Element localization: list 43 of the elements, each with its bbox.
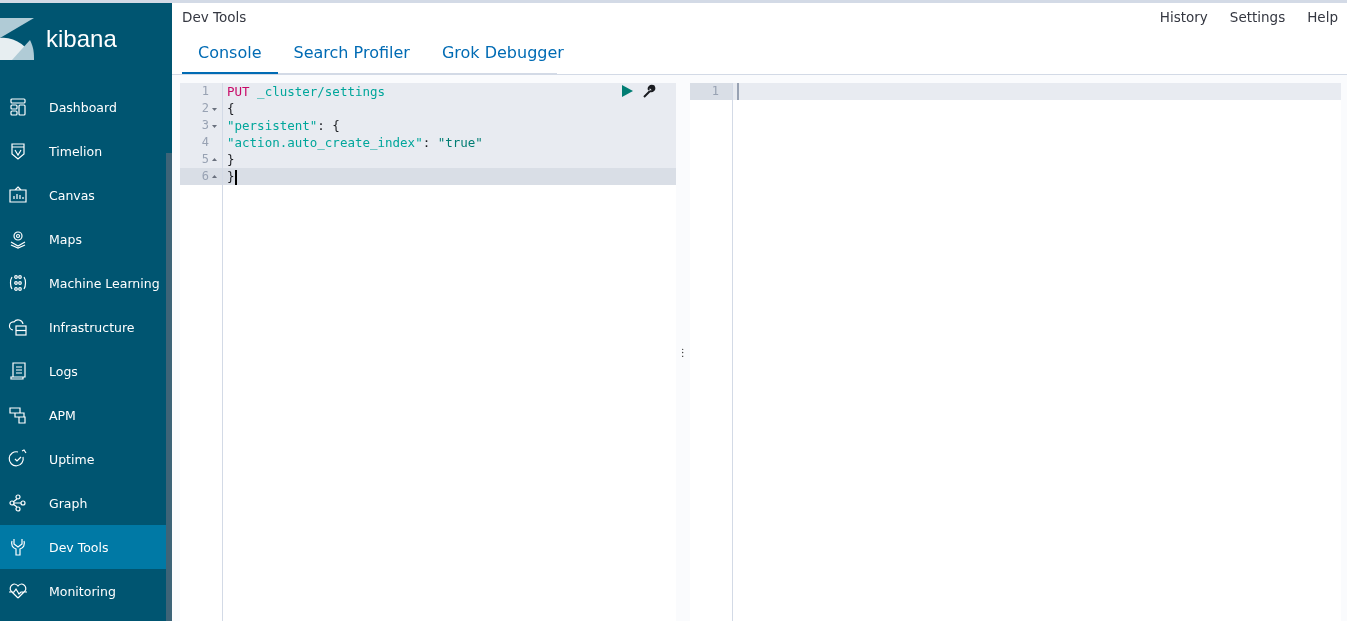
logo-icon: [0, 18, 34, 60]
line-number: 4: [201, 134, 209, 151]
shield-icon: [8, 141, 28, 161]
sidebar-item[interactable]: Canvas: [0, 173, 166, 217]
sidebar-item[interactable]: Dashboard: [0, 85, 166, 129]
cloud-server-icon: [8, 317, 28, 337]
sidebar-item[interactable]: Dev Tools: [0, 525, 166, 569]
line-number: 1: [201, 83, 209, 100]
play-icon[interactable]: [620, 84, 634, 98]
request-editor[interactable]: 1 2 3 4 5 6 PUT _cluster/settings { "persistent": { "action.auto_create_index": "true" } }: [180, 83, 676, 621]
heartbeat-icon: [8, 581, 28, 601]
sidebar-item[interactable]: Monitoring: [0, 569, 166, 613]
boxes-icon: [8, 405, 28, 425]
line-number: 1: [711, 83, 719, 100]
header-link[interactable]: History: [1159, 9, 1208, 25]
sidebar-item[interactable]: Uptime: [0, 437, 166, 481]
dots-icon: [8, 273, 28, 293]
scrollbar[interactable]: [166, 153, 172, 621]
easel-icon: [8, 185, 28, 205]
sidebar-item[interactable]: Infrastructure: [0, 305, 166, 349]
tab[interactable]: Grok Debugger: [425, 37, 580, 74]
page-title: Dev Tools: [182, 9, 247, 25]
line-number: 6: [201, 168, 209, 185]
sidebar-item[interactable]: Graph: [0, 481, 166, 525]
nodes-icon: [8, 493, 28, 513]
dashboard-icon: [8, 97, 28, 117]
wrench-icon: [8, 537, 28, 557]
brand-name: kibana: [46, 25, 117, 53]
wrench-icon[interactable]: [642, 84, 656, 98]
line-number: 5: [201, 151, 209, 168]
resize-handle[interactable]: ︙: [678, 344, 688, 360]
sidebar-item[interactable]: APM: [0, 393, 166, 437]
sidebar-item[interactable]: Maps: [0, 217, 166, 261]
scroll-icon: [8, 361, 28, 381]
header-link[interactable]: Settings: [1229, 9, 1286, 25]
tab[interactable]: Search Profiler: [277, 37, 426, 74]
sidebar-item[interactable]: Logs: [0, 349, 166, 393]
sidebar-item[interactable]: Timelion: [0, 129, 166, 173]
line-number: 2: [201, 100, 209, 117]
line-number: 3: [201, 117, 209, 134]
map-pin-icon: [8, 229, 28, 249]
header-link[interactable]: Help: [1307, 9, 1338, 25]
sidebar-item[interactable]: Machine Learning: [0, 261, 166, 305]
